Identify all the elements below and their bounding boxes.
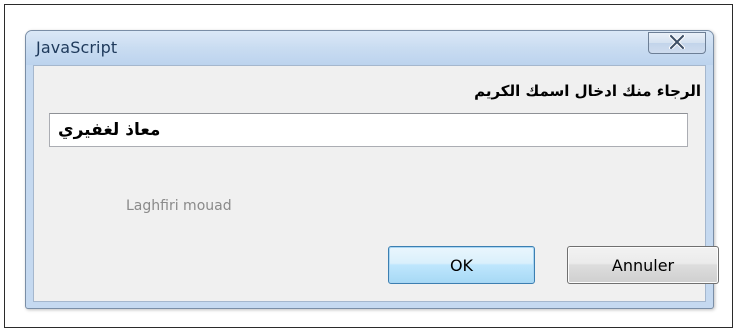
watermark-text: Laghfiri mouad [126, 198, 232, 214]
name-input[interactable] [49, 113, 688, 147]
dialog-body-layer: الرجاء منك ادخال اسمك الكريم Laghfiri mo… [25, 30, 719, 309]
cancel-button[interactable]: Annuler [567, 246, 719, 284]
cancel-button-label: Annuler [611, 255, 675, 275]
ok-button[interactable]: OK [388, 246, 535, 284]
prompt-message: الرجاء منك ادخال اسمك الكريم [474, 82, 701, 100]
ok-button-label: OK [449, 255, 474, 275]
